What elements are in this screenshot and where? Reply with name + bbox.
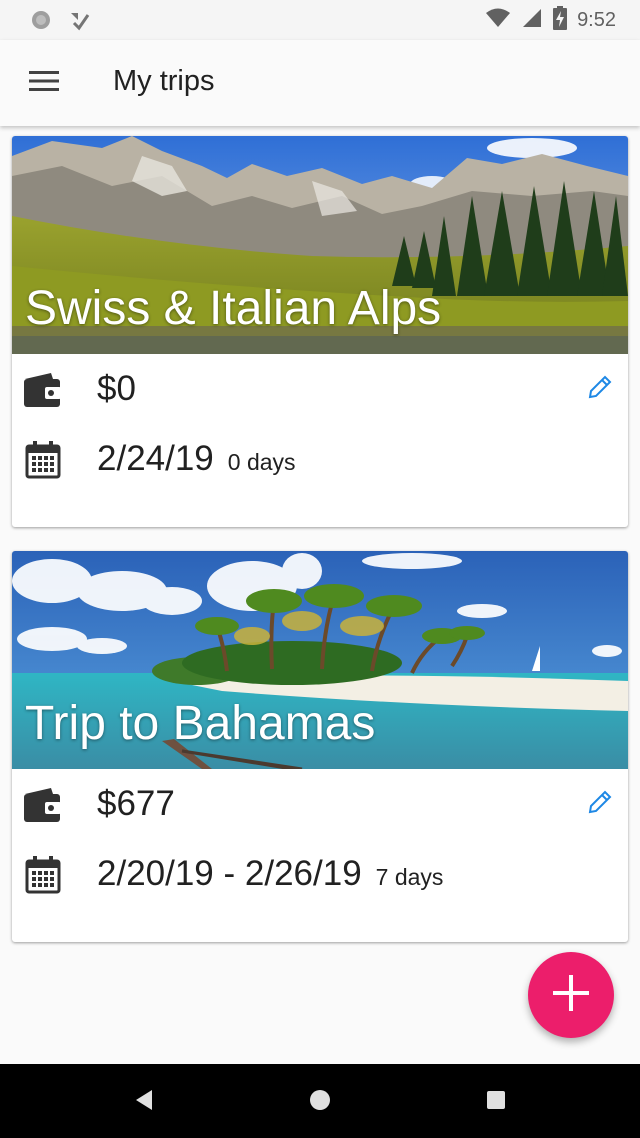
- system-nav-bar: [0, 1064, 640, 1138]
- battery-charging-icon: [553, 6, 568, 35]
- circle-notification-icon: [30, 9, 52, 36]
- pencil-icon: [586, 788, 614, 821]
- trip-title: Swiss & Italian Alps: [25, 282, 442, 335]
- status-bar: 9:52: [0, 0, 640, 40]
- trip-budget: $677: [97, 784, 175, 823]
- nav-recents-button[interactable]: [476, 1084, 516, 1120]
- trip-date-text: 2/20/19 - 2/26/19: [97, 854, 362, 893]
- trip-title: Trip to Bahamas: [25, 697, 376, 750]
- calendar-icon: [23, 855, 63, 895]
- app-bar: My trips: [0, 40, 640, 126]
- add-trip-button[interactable]: [528, 952, 614, 1038]
- nav-back-button[interactable]: [124, 1084, 164, 1120]
- trip-dates: 2/20/19 - 2/26/19 7 days: [97, 854, 443, 894]
- wallet-icon: [23, 370, 63, 410]
- trip-duration: 7 days: [375, 864, 444, 890]
- budget-row: $0: [12, 359, 628, 419]
- menu-button[interactable]: [20, 61, 68, 105]
- edit-trip-button[interactable]: [582, 786, 618, 822]
- date-row: 2/24/19 0 days: [12, 429, 628, 489]
- trip-date-text: 2/24/19: [97, 439, 214, 478]
- plus-icon: [551, 973, 591, 1018]
- check-notification-icon: [68, 9, 90, 36]
- home-circle-icon: [309, 1089, 331, 1116]
- trip-dates: 2/24/19 0 days: [97, 439, 296, 479]
- signal-icon: [521, 7, 543, 34]
- hamburger-menu-icon: [29, 70, 59, 97]
- trip-card[interactable]: Swiss & Italian Alps $0 2/24/19 0 days: [12, 136, 628, 527]
- edit-trip-button[interactable]: [582, 371, 618, 407]
- date-row: 2/20/19 - 2/26/19 7 days: [12, 844, 628, 904]
- trip-list: Swiss & Italian Alps $0 2/24/19 0 days T…: [0, 126, 640, 1064]
- trip-card[interactable]: Trip to Bahamas $677 2/20/19 - 2/26/19 7 …: [12, 551, 628, 942]
- trip-duration: 0 days: [227, 449, 296, 475]
- wallet-icon: [23, 785, 63, 825]
- back-triangle-icon: [134, 1089, 154, 1116]
- wifi-icon: [485, 7, 511, 34]
- budget-row: $677: [12, 774, 628, 834]
- pencil-icon: [586, 373, 614, 406]
- page-title: My trips: [113, 65, 215, 97]
- trip-budget: $0: [97, 369, 136, 408]
- recents-square-icon: [486, 1090, 506, 1115]
- nav-home-button[interactable]: [300, 1084, 340, 1120]
- trip-image[interactable]: Trip to Bahamas: [12, 551, 628, 769]
- status-time: 9:52: [577, 9, 616, 31]
- calendar-icon: [23, 440, 63, 480]
- trip-image[interactable]: Swiss & Italian Alps: [12, 136, 628, 354]
